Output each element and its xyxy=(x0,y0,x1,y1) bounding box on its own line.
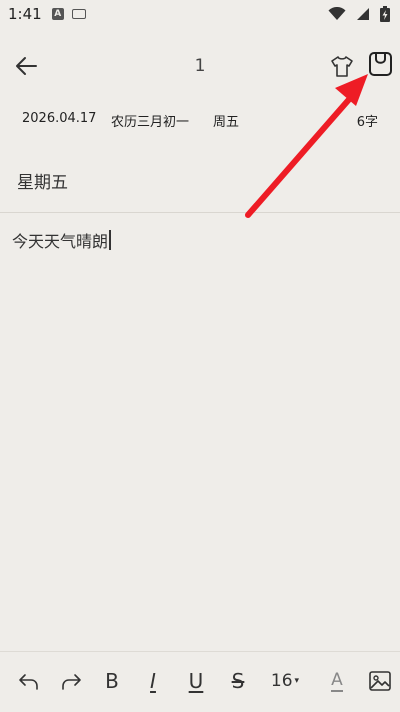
status-time: 1:41 xyxy=(8,5,42,23)
divider xyxy=(0,212,400,213)
signal-icon xyxy=(357,8,369,20)
lunar-date-label: 农历三月初一 xyxy=(111,115,190,130)
strikethrough-label: S xyxy=(231,669,245,693)
strikethrough-button[interactable]: S xyxy=(223,666,253,696)
keyboard-icon xyxy=(71,9,86,19)
underline-label: U xyxy=(188,669,204,693)
date-label[interactable]: 2026.04.17 xyxy=(22,111,96,126)
undo-button[interactable] xyxy=(14,666,44,696)
back-button[interactable] xyxy=(12,52,40,80)
text-cursor xyxy=(109,230,111,250)
back-arrow-icon xyxy=(16,57,37,75)
weekday-label: 周五 xyxy=(213,115,240,130)
note-subtitle[interactable]: 星期五 xyxy=(17,168,68,193)
insert-image-button[interactable] xyxy=(365,666,395,696)
status-right-icons xyxy=(328,6,390,22)
bold-button[interactable]: B xyxy=(97,666,127,696)
note-info-row: 2026.04.17 农历三月初一 周五 6字 xyxy=(0,106,400,132)
italic-button[interactable]: I xyxy=(138,666,168,696)
font-size-selector[interactable]: 16 ▾ xyxy=(265,666,305,696)
font-size-caret: ▾ xyxy=(294,676,300,686)
theme-button[interactable] xyxy=(328,52,356,80)
wifi-icon xyxy=(328,7,346,20)
underline-button[interactable]: U xyxy=(181,666,211,696)
page-title: 1 xyxy=(194,56,206,76)
notification-a-icon: A xyxy=(51,8,64,20)
note-content: 今天天气晴朗 xyxy=(12,232,109,251)
redo-icon xyxy=(62,674,81,690)
redo-button[interactable] xyxy=(56,666,86,696)
text-color-button[interactable]: A xyxy=(322,666,352,696)
shirt-icon xyxy=(331,56,353,77)
text-color-label: A xyxy=(331,670,343,692)
status-bar: 1:41 A xyxy=(0,0,400,28)
save-button[interactable] xyxy=(368,50,394,80)
italic-label: I xyxy=(150,669,156,693)
format-toolbar: B I U S 16 ▾ A xyxy=(0,651,400,712)
battery-charging-icon xyxy=(380,6,390,22)
save-icon xyxy=(369,52,392,76)
image-icon xyxy=(369,671,391,691)
undo-icon xyxy=(19,674,38,690)
font-size-value: 16 xyxy=(270,671,293,691)
app-bar: 1 xyxy=(0,40,400,94)
word-count-label: 6字 xyxy=(356,115,378,130)
note-body[interactable]: 今天天气晴朗 xyxy=(12,228,111,252)
